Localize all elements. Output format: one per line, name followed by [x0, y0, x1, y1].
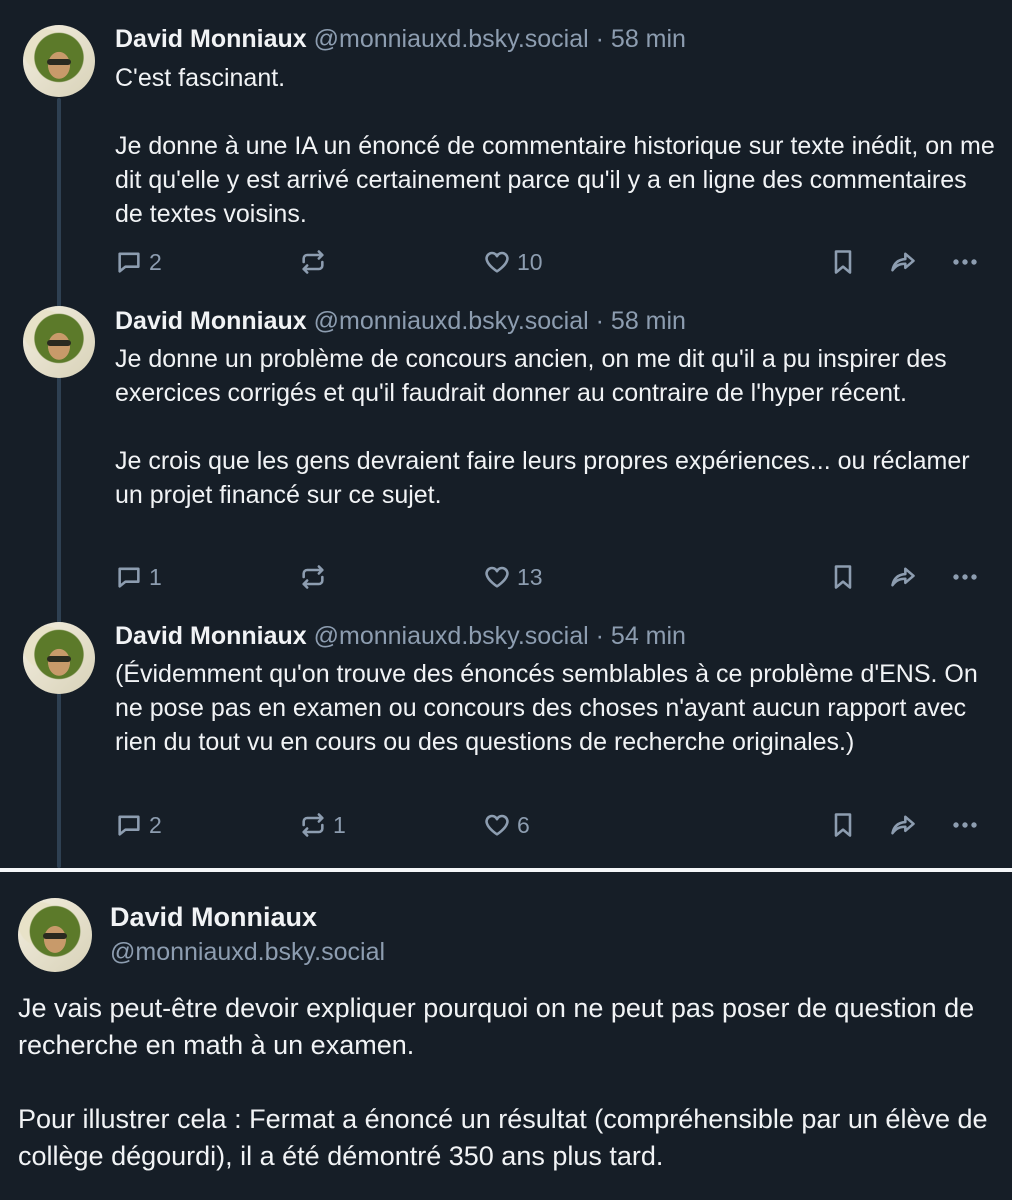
- like-count: 10: [517, 248, 543, 275]
- heart-icon: [485, 814, 509, 836]
- author-name[interactable]: David Monniaux: [115, 307, 307, 335]
- repost-button[interactable]: 1: [299, 809, 346, 841]
- post-actions: 2 1 6: [115, 809, 995, 841]
- post-text: Je donne un problème de concours ancien,…: [115, 345, 970, 509]
- timestamp[interactable]: 54 min: [611, 622, 686, 650]
- reply-count: 1: [149, 563, 162, 590]
- avatar[interactable]: [23, 306, 95, 378]
- reply-icon: [118, 252, 140, 273]
- separator: ·: [595, 307, 604, 335]
- repost-button[interactable]: [299, 561, 333, 593]
- heart-icon: [485, 251, 509, 273]
- avatar[interactable]: [23, 25, 95, 97]
- post[interactable]: David Monniaux @monniauxd.bsky.social · …: [0, 290, 1012, 610]
- main-post[interactable]: David Monniaux @monniauxd.bsky.social Je…: [0, 872, 1012, 1200]
- like-count: 13: [517, 563, 543, 590]
- post-header: David Monniaux @monniauxd.bsky.social · …: [115, 621, 686, 651]
- separator: ·: [595, 622, 604, 650]
- post[interactable]: David Monniaux @monniauxd.bsky.social · …: [0, 610, 1012, 868]
- post-header: David Monniaux @monniauxd.bsky.social · …: [115, 306, 686, 336]
- bookmark-button[interactable]: [829, 246, 857, 278]
- post-text: C'est fascinant. Je donne à une IA un én…: [115, 64, 995, 228]
- share-icon: [891, 567, 915, 587]
- reply-icon: [118, 815, 140, 836]
- like-button[interactable]: 6: [483, 809, 530, 841]
- more-icon: [953, 574, 977, 580]
- bookmark-button[interactable]: [829, 561, 857, 593]
- reply-count: 2: [149, 248, 162, 275]
- timestamp[interactable]: 58 min: [611, 25, 686, 53]
- avatar[interactable]: [23, 622, 95, 694]
- timestamp[interactable]: 58 min: [611, 307, 686, 335]
- author-handle[interactable]: @monniauxd.bsky.social: [110, 938, 385, 967]
- reply-button[interactable]: 2: [115, 809, 162, 841]
- bookmark-icon: [834, 250, 852, 274]
- post-actions: 1 13: [115, 561, 995, 593]
- reply-count: 2: [149, 811, 162, 838]
- thread: David Monniaux @monniauxd.bsky.social · …: [0, 0, 1012, 868]
- repost-icon: [302, 813, 324, 837]
- repost-button[interactable]: [299, 246, 333, 278]
- share-icon: [891, 252, 915, 272]
- more-button[interactable]: [951, 561, 979, 593]
- repost-icon: [302, 565, 324, 589]
- like-button[interactable]: 13: [483, 561, 543, 593]
- post-header: David Monniaux @monniauxd.bsky.social · …: [115, 24, 686, 54]
- author-name[interactable]: David Monniaux: [110, 902, 317, 933]
- post-text: Je vais peut-être devoir expliquer pourq…: [18, 993, 988, 1171]
- separator: ·: [595, 25, 604, 53]
- repost-count: 1: [333, 811, 346, 838]
- share-button[interactable]: [889, 809, 917, 841]
- author-name[interactable]: David Monniaux: [115, 622, 307, 650]
- share-button[interactable]: [889, 246, 917, 278]
- reply-icon: [118, 567, 140, 588]
- author-handle[interactable]: @monniauxd.bsky.social: [314, 622, 589, 650]
- post[interactable]: David Monniaux @monniauxd.bsky.social · …: [0, 0, 1012, 290]
- share-button[interactable]: [889, 561, 917, 593]
- bookmark-icon: [834, 813, 852, 837]
- bookmark-icon: [834, 565, 852, 589]
- like-button[interactable]: 10: [483, 246, 543, 278]
- repost-icon: [302, 250, 324, 274]
- bookmark-button[interactable]: [829, 809, 857, 841]
- post-actions: 2 10: [115, 246, 995, 278]
- reply-button[interactable]: 2: [115, 246, 162, 278]
- author-name[interactable]: David Monniaux: [115, 25, 307, 53]
- avatar[interactable]: [18, 898, 92, 972]
- more-icon: [953, 822, 977, 828]
- more-button[interactable]: [951, 246, 979, 278]
- heart-icon: [485, 566, 509, 588]
- like-count: 6: [517, 811, 530, 838]
- author-handle[interactable]: @monniauxd.bsky.social: [314, 25, 589, 53]
- reply-button[interactable]: 1: [115, 561, 162, 593]
- post-text: (Évidemment qu'on trouve des énoncés sem…: [115, 660, 985, 756]
- more-icon: [953, 259, 977, 265]
- more-button[interactable]: [951, 809, 979, 841]
- author-handle[interactable]: @monniauxd.bsky.social: [314, 307, 589, 335]
- share-icon: [891, 815, 915, 835]
